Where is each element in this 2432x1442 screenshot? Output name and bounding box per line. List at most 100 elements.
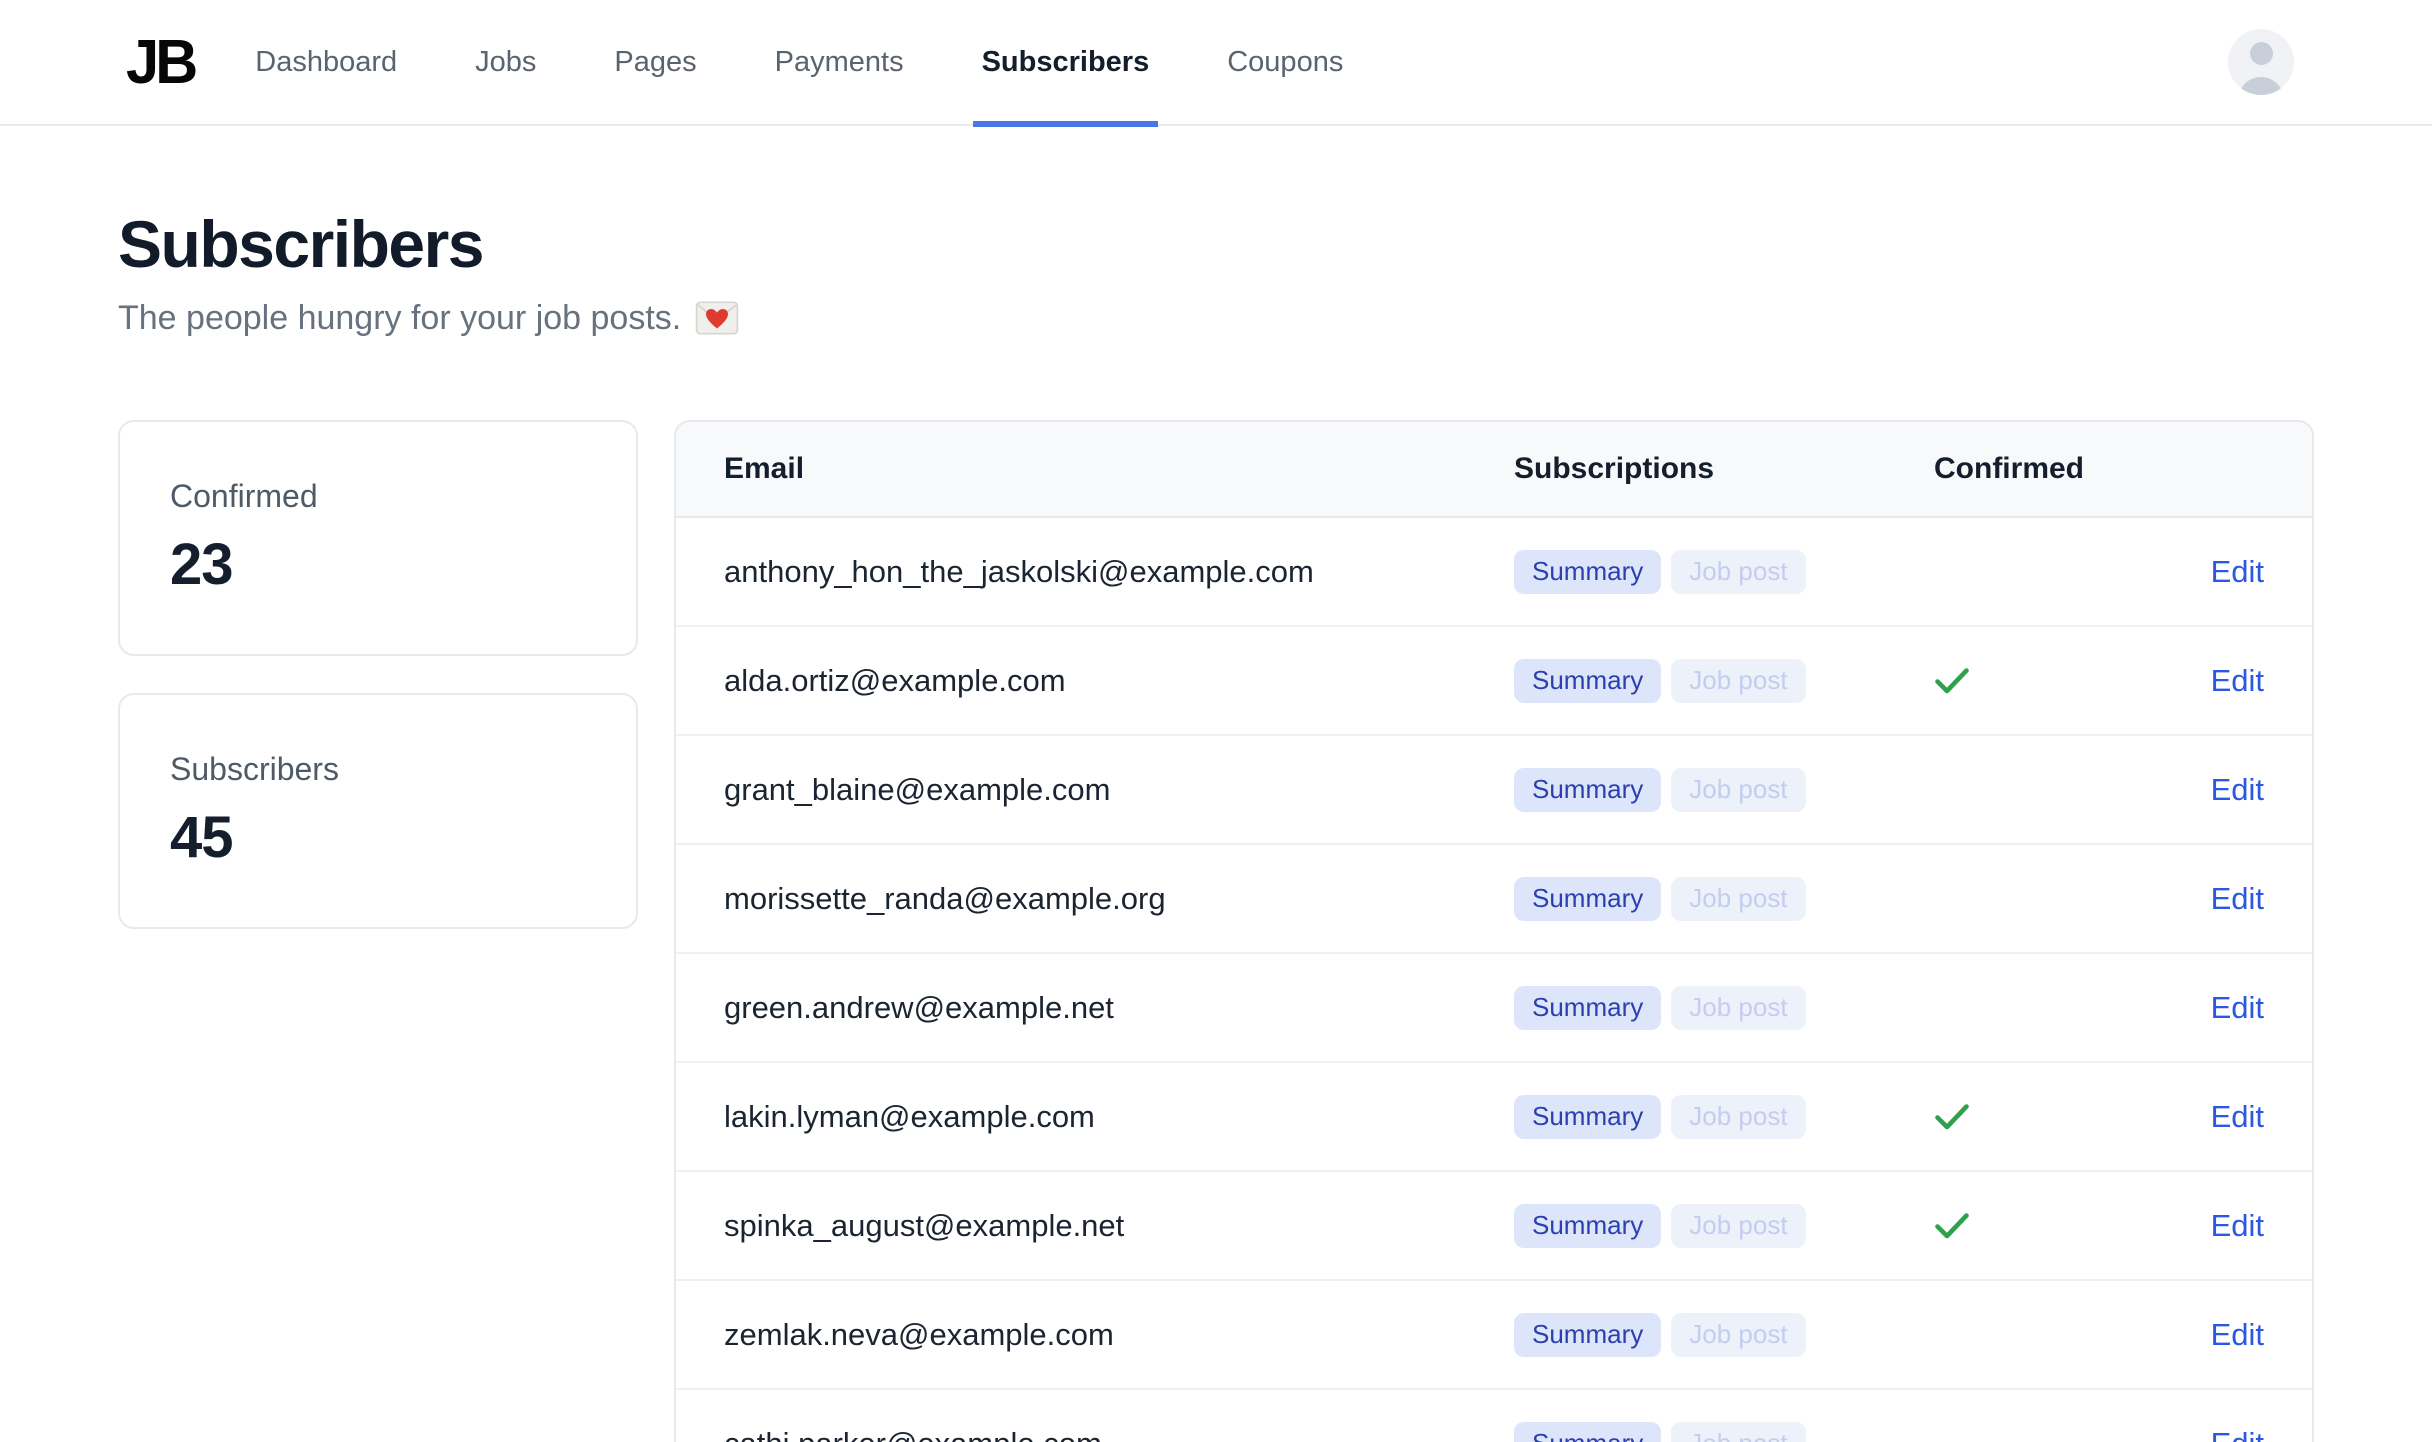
edit-link[interactable]: Edit xyxy=(2211,990,2264,1025)
actions-cell: Edit xyxy=(2146,1099,2312,1135)
subscriptions-cell: SummaryJob post xyxy=(1466,1313,1886,1357)
confirmed-cell xyxy=(1886,1103,2146,1131)
edit-link[interactable]: Edit xyxy=(2211,772,2264,807)
subscriber-email: morissette_randa@example.org xyxy=(676,881,1466,917)
page-subtitle: The people hungry for your job posts. xyxy=(118,296,2314,340)
actions-cell: Edit xyxy=(2146,1208,2312,1244)
avatar-shoulders-icon xyxy=(2238,77,2284,95)
job-post-badge: Job post xyxy=(1671,550,1805,594)
job-post-badge: Job post xyxy=(1671,768,1805,812)
job-post-badge: Job post xyxy=(1671,1204,1805,1248)
actions-cell: Edit xyxy=(2146,663,2312,699)
actions-cell: Edit xyxy=(2146,554,2312,590)
table-row: grant_blaine@example.com SummaryJob post… xyxy=(676,736,2312,845)
table-row: anthony_hon_the_jaskolski@example.com Su… xyxy=(676,518,2312,627)
subscriptions-cell: SummaryJob post xyxy=(1466,768,1886,812)
page-subtitle-text: The people hungry for your job posts. xyxy=(118,299,681,338)
app-logo[interactable]: JB xyxy=(126,27,194,98)
summary-badge: Summary xyxy=(1514,1422,1661,1442)
subscriber-email: alda.ortiz@example.com xyxy=(676,663,1466,699)
stat-value: 23 xyxy=(170,531,586,598)
actions-cell: Edit xyxy=(2146,990,2312,1026)
summary-badge: Summary xyxy=(1514,550,1661,594)
avatar-head-icon xyxy=(2250,42,2273,65)
job-post-badge: Job post xyxy=(1671,877,1805,921)
subscriber-email: spinka_august@example.net xyxy=(676,1208,1466,1244)
summary-badge: Summary xyxy=(1514,1095,1661,1139)
subscriptions-cell: SummaryJob post xyxy=(1466,1095,1886,1139)
edit-link[interactable]: Edit xyxy=(2211,1208,2264,1243)
page-title: Subscribers xyxy=(118,206,2314,282)
subscriber-email: cathi.parker@example.com xyxy=(676,1426,1466,1442)
actions-cell: Edit xyxy=(2146,1317,2312,1353)
table-row: spinka_august@example.net SummaryJob pos… xyxy=(676,1172,2312,1281)
job-post-badge: Job post xyxy=(1671,659,1805,703)
confirmed-check-icon xyxy=(1934,1103,1970,1131)
nav-item-subscribers[interactable]: Subscribers xyxy=(982,0,1150,125)
subscriber-email: anthony_hon_the_jaskolski@example.com xyxy=(676,554,1466,590)
subscriptions-cell: Summary Job post xyxy=(1466,1422,1886,1442)
subscriptions-cell: SummaryJob post xyxy=(1466,986,1886,1030)
actions-cell: Edit xyxy=(2146,1426,2312,1442)
column-header-subscriptions: Subscriptions xyxy=(1466,452,1886,486)
edit-link[interactable]: Edit xyxy=(2211,1317,2264,1352)
love-letter-emoji xyxy=(695,296,739,340)
table-row: alda.ortiz@example.com SummaryJob post E… xyxy=(676,627,2312,736)
subscriber-email: grant_blaine@example.com xyxy=(676,772,1466,808)
table-body: anthony_hon_the_jaskolski@example.com Su… xyxy=(676,518,2312,1442)
edit-link[interactable]: Edit xyxy=(2211,554,2264,589)
table-header: Email Subscriptions Confirmed xyxy=(676,422,2312,518)
summary-badge: Summary xyxy=(1514,768,1661,812)
confirmed-cell xyxy=(1886,667,2146,695)
top-nav: JB Dashboard Jobs Pages Payments Subscribers… xyxy=(0,0,2432,126)
actions-cell: Edit xyxy=(2146,881,2312,917)
table-row: morissette_randa@example.org SummaryJob … xyxy=(676,845,2312,954)
table-row: zemlak.neva@example.com SummaryJob post … xyxy=(676,1281,2312,1390)
nav-item-jobs[interactable]: Jobs xyxy=(475,0,536,125)
user-avatar[interactable] xyxy=(2228,29,2294,95)
confirmed-stat-card: Confirmed 23 xyxy=(118,420,638,656)
nav-item-coupons[interactable]: Coupons xyxy=(1227,0,1343,125)
subscribers-table: Email Subscriptions Confirmed anthony_ho… xyxy=(674,420,2314,1442)
subscribers-page: Subscribers The people hungry for your j… xyxy=(0,206,2432,1442)
edit-link[interactable]: Edit xyxy=(2211,1426,2264,1442)
table-row: lakin.lyman@example.com SummaryJob post … xyxy=(676,1063,2312,1172)
actions-cell: Edit xyxy=(2146,772,2312,808)
column-header-email: Email xyxy=(676,452,1466,486)
job-post-badge: Job post xyxy=(1671,1313,1805,1357)
stat-cards: Confirmed 23 Subscribers 45 xyxy=(118,420,638,929)
nav-item-dashboard[interactable]: Dashboard xyxy=(255,0,397,125)
content-row: Confirmed 23 Subscribers 45 Email Subscr… xyxy=(118,420,2314,1442)
subscriptions-cell: SummaryJob post xyxy=(1466,659,1886,703)
job-post-badge: Job post xyxy=(1671,986,1805,1030)
nav-item-pages[interactable]: Pages xyxy=(614,0,696,125)
stat-label: Confirmed xyxy=(170,478,586,515)
job-post-badge: Job post xyxy=(1671,1095,1805,1139)
stat-value: 45 xyxy=(170,804,586,871)
stat-label: Subscribers xyxy=(170,751,586,788)
subscriber-email: zemlak.neva@example.com xyxy=(676,1317,1466,1353)
column-header-confirmed: Confirmed xyxy=(1886,452,2146,486)
subscriptions-cell: SummaryJob post xyxy=(1466,550,1886,594)
table-row: cathi.parker@example.com Summary Job post… xyxy=(676,1390,2312,1442)
table-row: green.andrew@example.net SummaryJob post… xyxy=(676,954,2312,1063)
edit-link[interactable]: Edit xyxy=(2211,881,2264,916)
nav-item-payments[interactable]: Payments xyxy=(775,0,904,125)
confirmed-check-icon xyxy=(1934,667,1970,695)
edit-link[interactable]: Edit xyxy=(2211,663,2264,698)
summary-badge: Summary xyxy=(1514,1313,1661,1357)
confirmed-check-icon xyxy=(1934,1212,1970,1240)
summary-badge: Summary xyxy=(1514,659,1661,703)
summary-badge: Summary xyxy=(1514,986,1661,1030)
edit-link[interactable]: Edit xyxy=(2211,1099,2264,1134)
subscriber-email: green.andrew@example.net xyxy=(676,990,1466,1026)
confirmed-cell xyxy=(1886,1212,2146,1240)
subscriptions-cell: SummaryJob post xyxy=(1466,877,1886,921)
summary-badge: Summary xyxy=(1514,877,1661,921)
subscriptions-cell: SummaryJob post xyxy=(1466,1204,1886,1248)
job-post-badge: Job post xyxy=(1671,1422,1805,1442)
summary-badge: Summary xyxy=(1514,1204,1661,1248)
subscriber-email: lakin.lyman@example.com xyxy=(676,1099,1466,1135)
subscribers-stat-card: Subscribers 45 xyxy=(118,693,638,929)
main-nav: Dashboard Jobs Pages Payments Subscribers Cou… xyxy=(255,0,1343,125)
